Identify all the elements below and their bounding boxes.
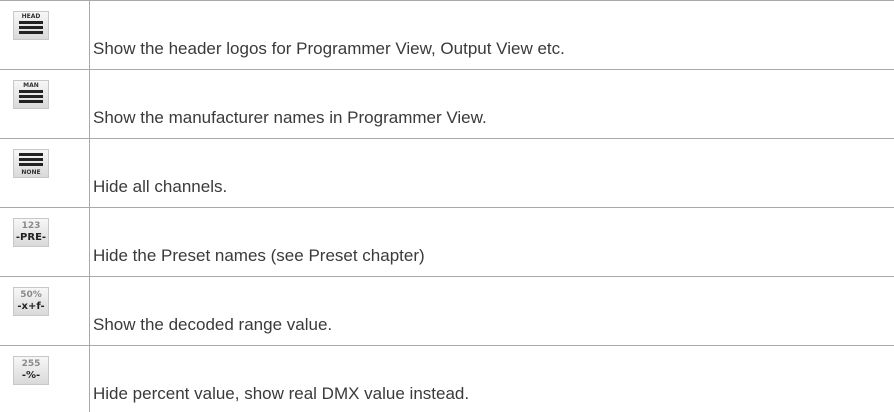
column-divider (89, 139, 90, 207)
table-row: HEAD Show the header logos for Programme… (0, 0, 894, 70)
row-description: Show the header logos for Programmer Vie… (93, 39, 565, 58)
column-divider (89, 1, 90, 69)
row-description: Hide all channels. (93, 177, 228, 196)
table-row: 255 -%- Hide percent value, show real DM… (0, 346, 894, 412)
decoded-range-icon[interactable]: 50% -x+f- (13, 287, 49, 316)
icon-description-table: HEAD Show the header logos for Programme… (0, 0, 894, 412)
preset-icon[interactable]: 123 -PRE- (13, 218, 49, 247)
column-divider (89, 208, 90, 276)
row-description: Hide the Preset names (see Preset chapte… (93, 246, 425, 265)
none-lines-icon[interactable]: NONE (13, 149, 49, 178)
table-row: MAN Show the manufacturer names in Progr… (0, 70, 894, 139)
table-row: 123 -PRE- Hide the Preset names (see Pre… (0, 208, 894, 277)
row-description: Show the manufacturer names in Programme… (93, 108, 487, 127)
table-row: 50% -x+f- Show the decoded range value. (0, 277, 894, 346)
row-description: Hide percent value, show real DMX value … (93, 384, 470, 403)
head-lines-icon[interactable]: HEAD (13, 11, 49, 40)
row-description: Show the decoded range value. (93, 315, 333, 334)
column-divider (89, 346, 90, 412)
dmx-value-icon[interactable]: 255 -%- (13, 356, 49, 385)
man-lines-icon[interactable]: MAN (13, 80, 49, 109)
table-row: NONE Hide all channels. (0, 139, 894, 208)
column-divider (89, 70, 90, 138)
column-divider (89, 277, 90, 345)
